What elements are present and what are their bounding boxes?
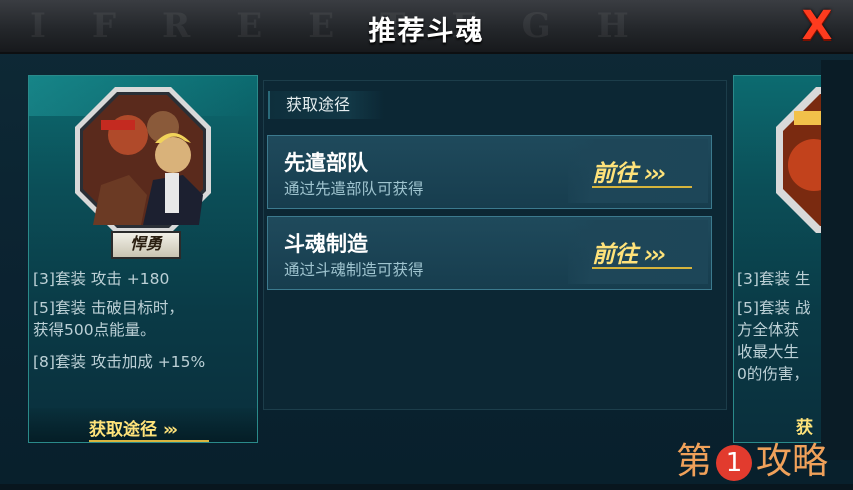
set-bonus-line: 获得500点能量。 [33, 321, 156, 339]
goto-button[interactable]: 前往 ››› [568, 220, 708, 284]
set-bonus-line: [5]套装 击破目标时， [33, 299, 184, 317]
set-bonus-line: [3]套装 生 [737, 270, 811, 288]
set-bonus-line: 方全体获 [737, 321, 800, 339]
route-row-soul-craft: 斗魂制造 通过斗魂制造可获得 前往 ››› [267, 216, 712, 290]
watermark-number-icon: 1 [716, 445, 753, 481]
title-bar: IFREETFGH 推荐斗魂 X [0, 0, 853, 54]
route-row-vanguard: 先遣部队 通过先遣部队可获得 前往 ››› [267, 135, 712, 209]
set-bonus-line: [8]套装 攻击加成 +15% [33, 353, 206, 371]
close-button[interactable]: X [796, 6, 838, 46]
bottom-strip [0, 484, 853, 490]
soul-card-right[interactable]: [3]套装 生 [5]套装 战 方全体获 收最大生 0的伤害， 获 [733, 75, 822, 443]
character-portrait [75, 87, 211, 233]
chevrons-icon: ››› [644, 242, 667, 268]
goto-button[interactable]: 前往 ››› [568, 139, 708, 203]
route-name: 先遣部队 [284, 151, 368, 175]
set-bonus-line: [3]套装 攻击 +180 [33, 270, 170, 288]
section-label: 获取途径 [268, 91, 384, 119]
goto-label: 前往 ››› [592, 154, 692, 188]
route-name: 斗魂制造 [284, 232, 368, 256]
route-description: 通过先遣部队可获得 [284, 180, 424, 198]
chevrons-icon: ››› [163, 420, 178, 440]
window-edge [821, 60, 853, 460]
goto-label: 前往 ››› [592, 235, 692, 269]
chevrons-icon: ››› [644, 161, 667, 187]
set-bonus-line: 0的伤害， [737, 365, 809, 383]
route-description: 通过斗魂制造可获得 [284, 261, 424, 279]
popup-title: 推荐斗魂 [368, 16, 485, 47]
character-portrait [776, 87, 822, 233]
set-bonus-line: [5]套装 战 [737, 299, 811, 317]
soul-name-badge: 悍勇 [111, 231, 181, 259]
obtain-route-label: 获取途径 [89, 420, 157, 440]
watermark: 第 1 攻略 [676, 441, 829, 482]
soul-card-left[interactable]: 悍勇 [3]套装 攻击 +180 [5]套装 击破目标时， 获得500点能量。 … [28, 75, 258, 443]
obtain-route-button[interactable]: 获取途径 ››› [89, 415, 209, 442]
set-bonus-line: 收最大生 [737, 343, 800, 361]
